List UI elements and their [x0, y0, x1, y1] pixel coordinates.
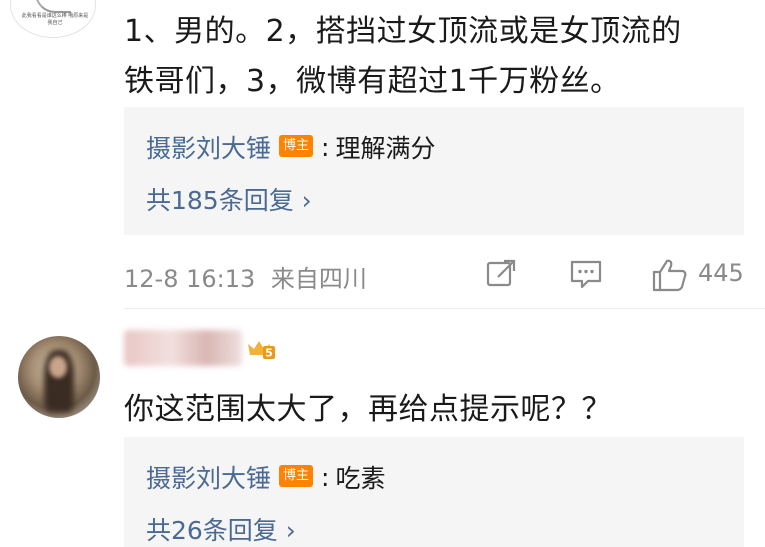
like-count: 445 — [698, 259, 744, 287]
comment-text-line-2: 铁哥们，3，微博有超过1千万粉丝。 — [124, 64, 621, 99]
reply-line: 摄影刘大锤 博主 : 理解满分 — [146, 129, 435, 165]
time-text: 12-8 16:13 — [124, 265, 256, 293]
comment-timestamp: 12-8 16:13 来自四川 — [124, 259, 367, 294]
reply-text: 吃素 — [335, 464, 386, 493]
comment-meta-row: 12-8 16:13 来自四川 445 — [124, 257, 744, 293]
more-replies-link[interactable]: 共26条回复 › — [146, 511, 296, 547]
commenter-avatar[interactable] — [18, 336, 100, 418]
more-replies-link[interactable]: 共185条回复 › — [146, 181, 312, 217]
reply-box[interactable]: 摄影刘大锤 博主 : 吃素 共26条回复 › — [124, 437, 744, 547]
comment-divider — [124, 308, 765, 309]
comment-text: 你这范围太大了，再给点提示呢？？ — [124, 392, 612, 427]
like-icon[interactable] — [650, 257, 690, 297]
reply-text: 理解满分 — [335, 134, 436, 163]
vip-badge-icon: 5 — [246, 338, 276, 360]
commenter-avatar[interactable]: 此我看看是谁这么棒 哦原来是我自己 — [10, 0, 96, 38]
blogger-badge: 博主 — [279, 465, 314, 487]
reply-separator: : — [321, 462, 330, 492]
avatar-face — [49, 356, 67, 378]
vip-level: 5 — [265, 347, 273, 360]
location-text: 来自四川 — [270, 265, 367, 293]
comment-icon[interactable] — [568, 257, 604, 295]
share-icon[interactable] — [484, 257, 518, 295]
comment-text-line-1: 1、男的。2，搭挡过女顶流或是女顶流的 — [124, 14, 682, 49]
avatar-sketch-icon — [35, 0, 71, 13]
reply-author-link[interactable]: 摄影刘大锤 — [146, 129, 271, 165]
reply-box[interactable]: 摄影刘大锤 博主 : 理解满分 共185条回复 › — [124, 107, 744, 235]
reply-separator: : — [321, 132, 330, 162]
reply-author-link[interactable]: 摄影刘大锤 — [146, 459, 271, 495]
blogger-badge: 博主 — [279, 135, 314, 157]
commenter-username-blurred[interactable] — [124, 330, 242, 366]
avatar-caption: 此我看看是谁这么棒 哦原来是我自己 — [21, 13, 89, 26]
reply-line: 摄影刘大锤 博主 : 吃素 — [146, 459, 385, 495]
